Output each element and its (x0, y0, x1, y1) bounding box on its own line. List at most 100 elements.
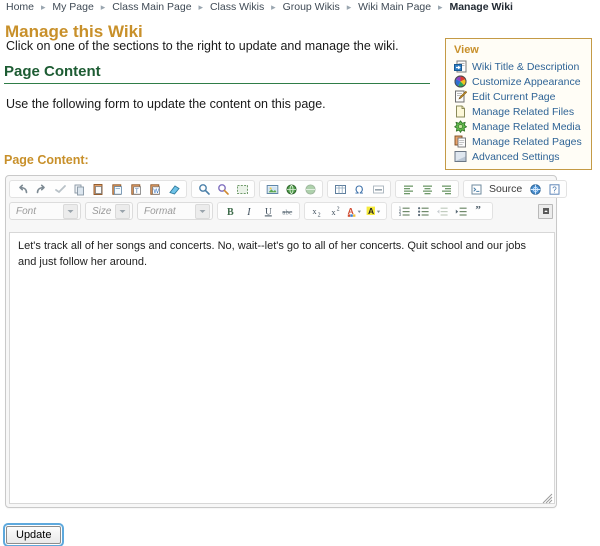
underline-icon[interactable]: U (259, 203, 277, 219)
redo-icon[interactable] (32, 181, 50, 197)
pencil-page-icon (454, 90, 468, 103)
panel-item-manage-related-files[interactable]: Manage Related Files (451, 104, 586, 119)
svg-text:T: T (135, 189, 139, 195)
panel-item-label: Edit Current Page (472, 90, 556, 103)
toolbar-group-objects: Ω (327, 180, 391, 198)
subscript-icon[interactable]: x2 (308, 203, 326, 219)
rich-text-editor: T W Ω Source ? Font Size Format B I U ab… (5, 175, 568, 508)
help-icon[interactable]: ? (545, 181, 563, 197)
panel-item-customize-appearance[interactable]: Customize Appearance (451, 74, 586, 89)
strikethrough-icon[interactable]: abc (278, 203, 296, 219)
panel-item-label: Wiki Title & Description (472, 60, 580, 73)
stacked-pages-icon (454, 135, 467, 148)
align-center-icon[interactable] (418, 181, 436, 197)
horizontal-rule-icon[interactable] (369, 181, 387, 197)
toolbar-collapse-button[interactable] (538, 203, 553, 219)
chevron-down-icon (63, 203, 78, 219)
outdent-icon[interactable] (433, 203, 451, 219)
breadcrumb-item-class-main-page[interactable]: Class Main Page (112, 1, 191, 13)
media-burst-icon (454, 120, 467, 133)
update-button[interactable]: Update (2, 523, 65, 546)
copy-icon[interactable] (89, 181, 107, 197)
svg-text:x: x (312, 207, 316, 216)
breadcrumb-separator-icon: ▸ (100, 2, 106, 12)
replace-icon[interactable] (214, 181, 232, 197)
paste-text-icon[interactable]: T (127, 181, 145, 197)
svg-text:2: 2 (317, 212, 320, 218)
editor-toolbar-row-2: Font Size Format B I U abc x 2 x 2 A A 1… (6, 200, 556, 222)
breadcrumb-separator-icon: ▸ (271, 2, 276, 12)
panel-item-label: Manage Related Media (472, 120, 581, 133)
panel-item-manage-related-pages[interactable]: Manage Related Pages (451, 134, 586, 149)
unlink-icon[interactable] (301, 181, 319, 197)
svg-text:”: ” (475, 205, 481, 216)
find-icon[interactable] (195, 181, 213, 197)
paste-icon[interactable] (108, 181, 126, 197)
toolbar-group-basic-styles: B I U abc (217, 202, 300, 220)
panel-item-advanced-settings[interactable]: Advanced Settings (451, 149, 586, 164)
blockquote-icon[interactable]: ” (471, 203, 489, 219)
breadcrumb-item-my-page[interactable]: My Page (52, 1, 93, 13)
panel-item-label: Manage Related Pages (472, 135, 582, 148)
svg-text:3: 3 (398, 212, 401, 217)
section-divider (4, 83, 430, 84)
breadcrumb: Home ▸ My Page ▸ Class Main Page ▸ Class… (6, 1, 513, 13)
breadcrumb-item-class-wikis[interactable]: Class Wikis (210, 1, 264, 13)
size-select[interactable]: Size (85, 202, 133, 220)
editor-resize-grip[interactable] (541, 492, 553, 504)
italic-icon[interactable]: I (240, 203, 258, 219)
image-icon[interactable] (263, 181, 281, 197)
highlight-color-icon[interactable]: A (365, 203, 383, 219)
paste-word-icon[interactable]: W (146, 181, 164, 197)
breadcrumb-item-wiki-main-page[interactable]: Wiki Main Page (358, 1, 431, 13)
source-icon[interactable] (467, 181, 485, 197)
text-color-icon[interactable]: A (346, 203, 364, 219)
align-left-icon[interactable] (399, 181, 417, 197)
svg-text:I: I (246, 207, 251, 218)
svg-text:Ω: Ω (355, 183, 363, 196)
indent-icon[interactable] (452, 203, 470, 219)
editor-content-area[interactable]: Let's track all of her songs and concert… (9, 232, 555, 504)
numbered-list-icon[interactable]: 123 (395, 203, 413, 219)
chevron-down-icon (195, 203, 210, 219)
color-wheel-icon (454, 75, 467, 88)
page-content-label: Page Content: (4, 153, 89, 167)
cut-icon[interactable] (70, 181, 88, 197)
table-icon[interactable] (331, 181, 349, 197)
undo-icon[interactable] (13, 181, 31, 197)
spellcheck-icon[interactable] (51, 181, 69, 197)
svg-text:?: ? (552, 185, 557, 194)
panel-item-wiki-title-description[interactable]: Wiki Title & Description (451, 59, 586, 74)
remove-format-icon[interactable] (165, 181, 183, 197)
breadcrumb-item-home[interactable]: Home (6, 1, 34, 13)
select-all-icon[interactable] (233, 181, 251, 197)
panel-item-manage-related-media[interactable]: Manage Related Media (451, 119, 586, 134)
special-char-icon[interactable]: Ω (350, 181, 368, 197)
format-select-value: Format (144, 205, 176, 217)
bulleted-list-icon[interactable] (414, 203, 432, 219)
svg-text:x: x (331, 208, 335, 217)
manage-wiki-page: Home ▸ My Page ▸ Class Main Page ▸ Class… (0, 0, 600, 546)
panel-item-label: Manage Related Files (472, 105, 575, 118)
format-select[interactable]: Format (137, 202, 213, 220)
chevron-down-icon (115, 203, 130, 219)
toolbar-group-lists: 123 ” (391, 202, 493, 220)
align-right-icon[interactable] (437, 181, 455, 197)
toolbar-group-find (191, 180, 255, 198)
size-select-value: Size (92, 205, 112, 217)
maximize-icon[interactable] (526, 181, 544, 197)
section-heading: Page Content (4, 63, 101, 80)
blank-page-icon (454, 105, 467, 118)
breadcrumb-item-group-wikis[interactable]: Group Wikis (283, 1, 340, 13)
font-select[interactable]: Font (9, 202, 81, 220)
source-label[interactable]: Source (486, 183, 525, 195)
svg-text:2: 2 (336, 206, 339, 212)
superscript-icon[interactable]: x2 (327, 203, 345, 219)
panel-item-edit-current-page[interactable]: Edit Current Page (451, 89, 586, 104)
link-icon[interactable] (282, 181, 300, 197)
section-description: Use the following form to update the con… (6, 97, 326, 111)
view-panel: View Wiki Title & Description Customize … (445, 38, 592, 170)
toolbar-group-insert (259, 180, 323, 198)
bold-icon[interactable]: B (221, 203, 239, 219)
svg-text:abc: abc (282, 208, 292, 216)
